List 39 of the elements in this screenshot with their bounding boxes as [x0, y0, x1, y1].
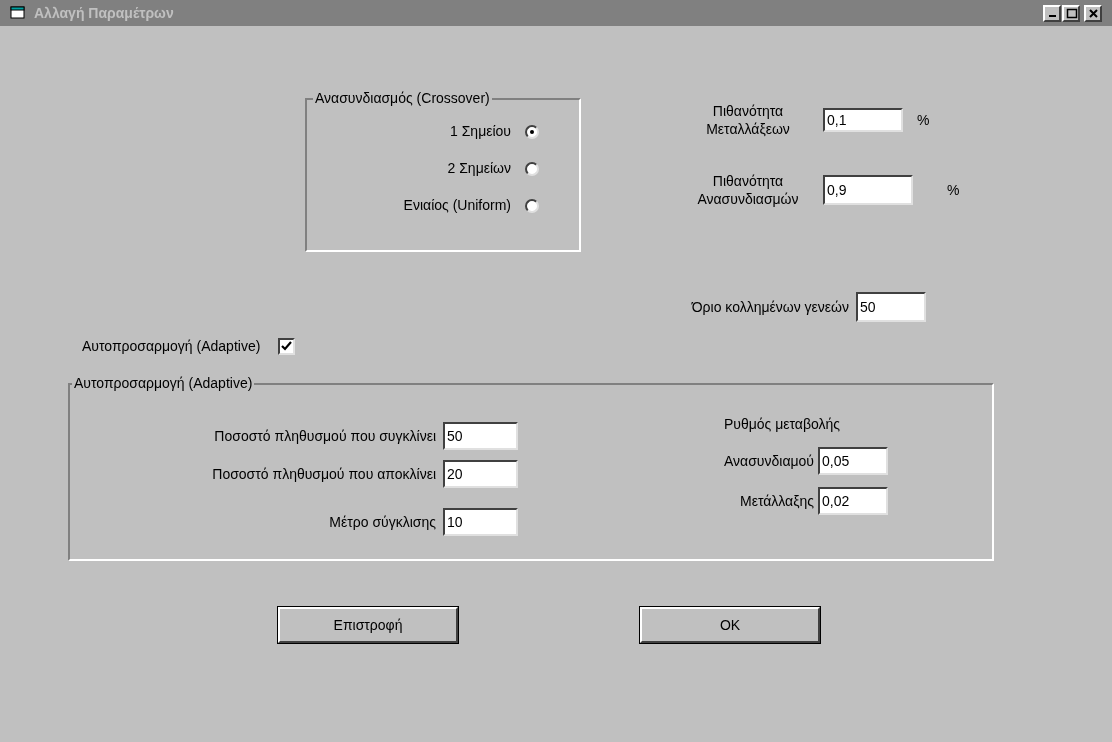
close-icon [1086, 6, 1100, 20]
field-label: Μετάλλαξης [740, 491, 814, 511]
field-label: Πιθανότητα Ανασυνδιασμών [696, 172, 800, 208]
text-field[interactable]: 10 [443, 508, 518, 536]
field-label: Ποσοστό πληθυσμού που συγκλίνει [214, 426, 436, 446]
text-field[interactable]: 0,9 [823, 175, 913, 205]
field-label: Μέτρο σύγκλισης [329, 512, 436, 532]
radio-label: 1 Σημείου [450, 122, 511, 141]
dialog-button[interactable]: OK [640, 607, 820, 643]
group-legend: Ανασυνδιασμός (Crossover) [313, 88, 492, 109]
checkbox-label: Αυτοπροσαρμογή (Adaptive) [82, 337, 261, 356]
checkbox[interactable] [278, 338, 296, 355]
radio-label: Ενιαίος (Uniform) [403, 196, 511, 215]
text-field[interactable]: 20 [443, 460, 518, 488]
text-field[interactable]: 0,1 [823, 108, 903, 132]
section-heading: Ρυθμός μεταβολής [723, 415, 840, 434]
percent-sign: % [917, 110, 930, 130]
maximize-icon [1064, 6, 1078, 20]
text-field[interactable]: 50 [443, 422, 518, 450]
minimize-button[interactable] [1043, 4, 1061, 22]
radio-button[interactable] [525, 161, 539, 176]
maximize-button[interactable] [1062, 4, 1080, 22]
text-field[interactable]: 50 [856, 292, 926, 322]
text-field[interactable]: 0,05 [818, 447, 888, 475]
radio-button[interactable] [525, 124, 539, 139]
field-label: Ανασυνδιαμού [724, 451, 814, 471]
window-title: Αλλαγή Παραμέτρων [34, 3, 174, 23]
window-icon [10, 6, 26, 20]
radio-label: 2 Σημείων [447, 159, 511, 178]
close-button[interactable] [1084, 4, 1102, 22]
field-label: Όριο κολλημένων γενεών [691, 297, 849, 317]
field-label: Ποσοστό πληθυσμού που αποκλίνει [212, 464, 436, 484]
field-label: Πιθανότητα Μεταλλάξεων [705, 102, 791, 138]
dialog-button[interactable]: Επιστροφή [278, 607, 458, 643]
group-legend: Αυτοπροσαρμογή (Adaptive) [72, 373, 255, 394]
minimize-icon [1048, 14, 1056, 17]
percent-sign: % [947, 180, 960, 200]
radio-button[interactable] [525, 198, 539, 213]
text-field[interactable]: 0,02 [818, 487, 888, 515]
